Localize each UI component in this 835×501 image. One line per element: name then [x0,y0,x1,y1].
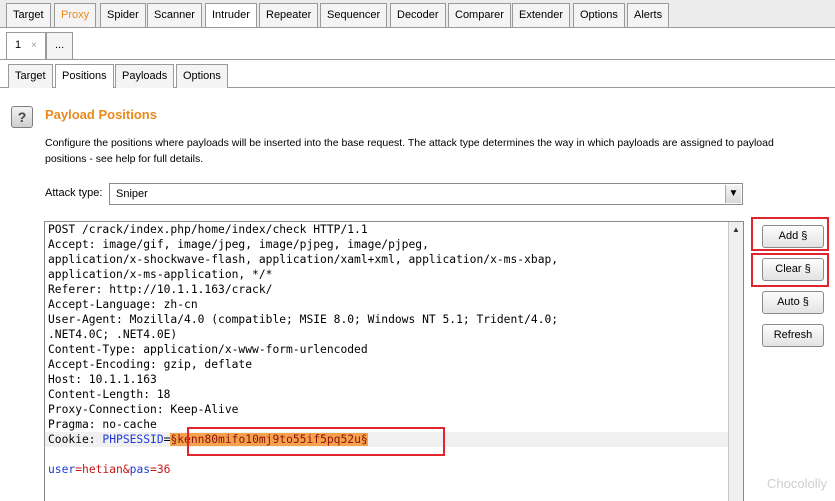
request-line: Pragma: no-cache [48,418,157,431]
request-line: Accept-Encoding: gzip, deflate [48,358,253,371]
attack-type-label: Attack type: [45,187,103,199]
tab-intruder[interactable]: Intruder [205,3,257,27]
main-tab-bar: Target Proxy Spider Scanner Intruder Rep… [0,0,835,28]
attack-type-value: Sniper [116,188,148,200]
request-line: POST /crack/index.php/home/index/check H… [48,223,368,236]
subtab-options[interactable]: Options [176,64,228,88]
attack-tab-1[interactable]: 1 × [6,32,46,59]
request-line: application/x-ms-application, */* [48,268,273,281]
intruder-sub-tabs: Target Positions Payloads Options [0,60,835,88]
tab-decoder[interactable]: Decoder [390,3,446,27]
request-body-line: user=hetian&pas=36 [48,462,170,477]
request-line: Accept: image/gif, image/jpeg, image/pjp… [48,238,429,251]
request-line: Accept-Language: zh-cn [48,298,198,311]
param-user-name: user [48,463,76,476]
request-line: application/x-shockwave-flash, applicati… [48,253,559,266]
subtab-positions[interactable]: Positions [55,64,114,88]
add-button-highlight-box [751,217,829,251]
subtab-target[interactable]: Target [8,64,53,88]
description-line-1: Configure the positions where payloads w… [45,137,774,149]
tab-extender[interactable]: Extender [512,3,571,27]
param-user-value: =hetian& [75,463,130,476]
tab-alerts[interactable]: Alerts [627,3,670,27]
attack-tab-bar: 1 × ... [0,28,835,60]
new-attack-tab[interactable]: ... [46,32,74,59]
request-line: User-Agent: Mozilla/4.0 (compatible; MSI… [48,313,559,326]
auto-markers-button[interactable]: Auto § [762,291,824,314]
request-line: Content-Length: 18 [48,388,171,401]
tab-options[interactable]: Options [573,3,625,27]
request-line: Referer: http://10.1.1.163/crack/ [48,283,273,296]
request-line: Proxy-Connection: Keep-Alive [48,403,239,416]
tab-comparer[interactable]: Comparer [448,3,511,27]
request-line: Host: 10.1.1.163 [48,373,157,386]
param-pas-value: =36 [150,463,171,476]
section-title: Payload Positions [45,107,157,122]
close-icon[interactable]: × [31,40,37,51]
refresh-button[interactable]: Refresh [762,324,824,347]
tab-scanner[interactable]: Scanner [147,3,202,27]
tab-target[interactable]: Target [6,3,51,27]
request-line: .NET4.0C; .NET4.0E) [48,328,178,341]
param-pas-name: pas [129,463,151,476]
scroll-up-icon[interactable]: ▲ [729,222,743,237]
tab-proxy[interactable]: Proxy [54,3,97,27]
clear-button-highlight-box [751,253,829,287]
watermark: Chocololly [767,476,827,491]
attack-type-select[interactable]: Sniper ▼ [109,183,743,205]
editor-scrollbar[interactable]: ▲ [728,222,743,501]
tab-sequencer[interactable]: Sequencer [320,3,388,27]
attack-tab-label: 1 [15,39,22,51]
help-icon[interactable]: ? [11,106,33,128]
cookie-key: Cookie: [48,433,103,446]
request-line: Content-Type: application/x-www-form-url… [48,343,368,356]
subtab-payloads[interactable]: Payloads [115,64,175,88]
chevron-down-icon[interactable]: ▼ [725,185,741,203]
tab-repeater[interactable]: Repeater [259,3,319,27]
section-description: Configure the positions where payloads w… [45,135,825,167]
cookie-name: PHPSESSID [102,433,164,446]
request-editor[interactable]: POST /crack/index.php/home/index/check H… [44,221,744,501]
payload-highlight-box [187,427,445,456]
description-line-2: positions - see help for full details. [45,153,204,165]
tab-spider[interactable]: Spider [100,3,146,27]
